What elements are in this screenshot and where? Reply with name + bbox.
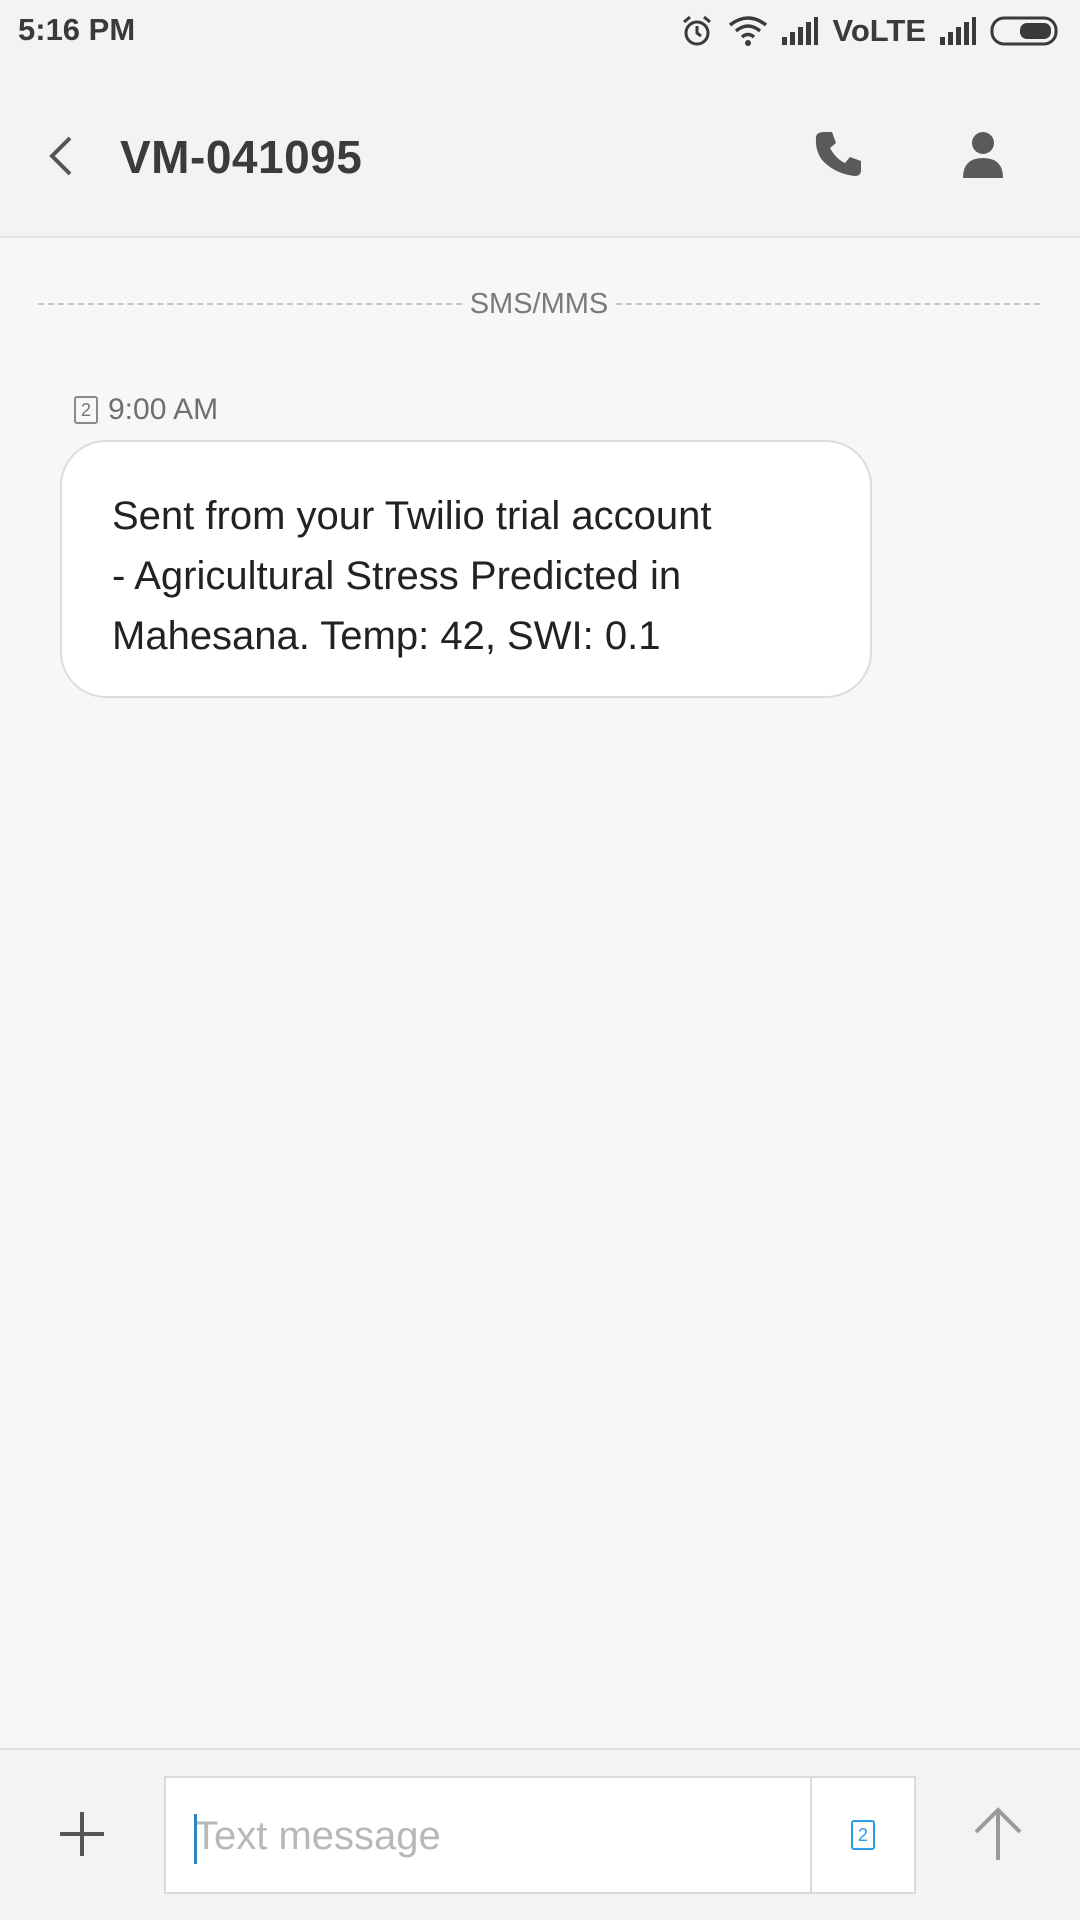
battery-icon (990, 16, 1058, 46)
wifi-icon (729, 16, 768, 46)
text-cursor (194, 1814, 197, 1864)
person-icon[interactable] (955, 126, 1011, 182)
status-icons: VoLTE (680, 10, 1062, 52)
sim-card-icon: 2 (851, 1820, 875, 1850)
divider-line (616, 303, 1040, 305)
contact-title: VM-041095 (120, 131, 363, 183)
composer-bar: 2 (0, 1748, 1080, 1920)
message-input[interactable] (192, 1778, 806, 1894)
message-time: 9:00 AM (108, 393, 219, 426)
message-bubble[interactable]: Sent from your Twilio trial account - Ag… (60, 440, 872, 698)
message-meta: 2 9:00 AM (74, 392, 218, 428)
conversation-header: VM-041095 (0, 62, 1080, 238)
plus-icon[interactable] (56, 1808, 108, 1860)
message-input-box[interactable]: 2 (164, 1776, 916, 1894)
alarm-icon (683, 15, 712, 46)
signal-icon (940, 17, 976, 45)
sim-switch-button[interactable]: 2 (810, 1778, 914, 1892)
status-time: 5:16 PM (18, 12, 136, 47)
status-bar: 5:16 PM VoLTE (0, 0, 1080, 62)
signal-icon (782, 17, 819, 45)
network-label: VoLTE (832, 13, 926, 48)
phone-icon[interactable] (810, 126, 866, 182)
back-arrow-icon[interactable] (36, 126, 86, 186)
send-arrow-icon[interactable] (970, 1804, 1026, 1864)
message-text: Sent from your Twilio trial account - Ag… (112, 494, 712, 658)
channel-divider: SMS/MMS (38, 288, 1040, 322)
sim-card-icon: 2 (74, 396, 98, 424)
